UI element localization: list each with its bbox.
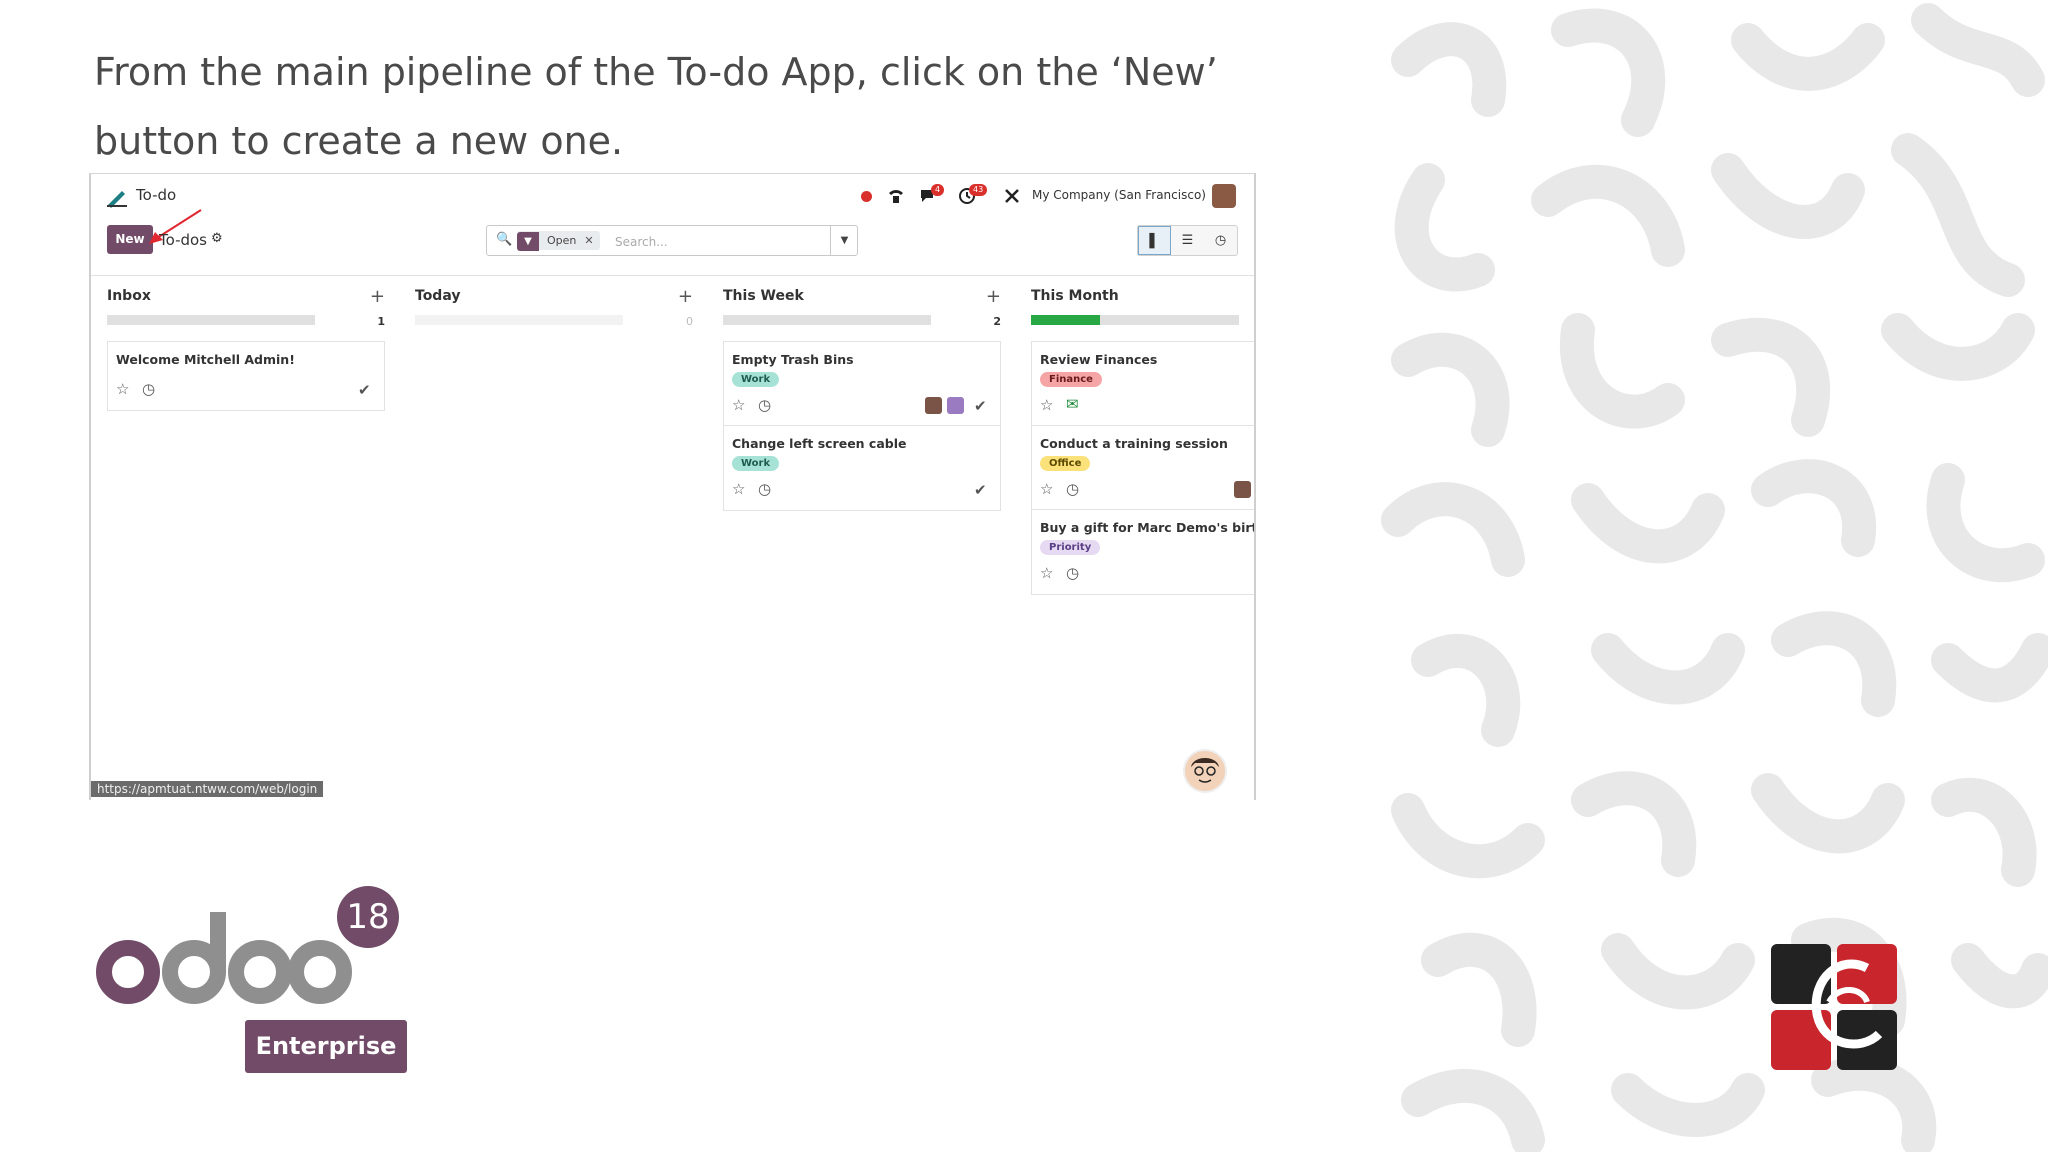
kanban-card[interactable]: Review Finances Finance ☆ ✉ xyxy=(1031,341,1254,427)
app-name[interactable]: To-do xyxy=(136,186,176,204)
kanban-card[interactable]: Buy a gift for Marc Demo's birth Priorit… xyxy=(1031,509,1256,595)
column-progress-bar xyxy=(415,315,623,325)
todo-app-icon xyxy=(107,191,127,208)
decorative-squiggle-pattern xyxy=(1381,3,2048,1152)
tag-badge: Finance xyxy=(1040,372,1102,387)
assignee-avatar xyxy=(947,397,964,414)
version-badge: 18 xyxy=(337,886,399,948)
filter-facet-label: Open xyxy=(547,234,577,247)
remove-facet-icon[interactable]: ✕ xyxy=(584,234,593,247)
card-title: Review Finances xyxy=(1040,352,1158,367)
kanban-card[interactable]: Empty Trash Bins Work ☆ ◷ ✔ xyxy=(723,341,1001,427)
top-navbar: To-do 4 43 My Company (San Francisco) xyxy=(91,174,1254,218)
view-switcher: ▌ ☰ ◷ xyxy=(1137,225,1238,256)
column-count: 2 xyxy=(993,315,1001,328)
tag-badge: Work xyxy=(732,372,780,387)
phone-icon[interactable] xyxy=(887,187,905,205)
activity-view-icon[interactable]: ◷ xyxy=(1204,226,1237,255)
star-icon[interactable]: ☆ xyxy=(116,380,129,398)
todo-app-screenshot: To-do 4 43 My Company (San Francisco) Ne… xyxy=(89,173,1256,800)
user-avatar[interactable] xyxy=(1212,184,1236,208)
kanban-board: Inbox + 1 Welcome Mitchell Admin! ☆ ◷ ✔ … xyxy=(91,275,1254,800)
edition-badge: Enterprise xyxy=(245,1020,407,1073)
star-icon[interactable]: ☆ xyxy=(1040,396,1053,414)
done-check-icon[interactable]: ✔ xyxy=(358,381,371,399)
search-bar: 🔍 ▼ Open ✕ ▼ xyxy=(486,225,858,256)
card-title: Change left screen cable xyxy=(732,436,907,451)
star-icon[interactable]: ☆ xyxy=(732,396,745,414)
assignee-avatar xyxy=(1234,481,1251,498)
activity-clock-icon[interactable]: ◷ xyxy=(758,480,771,498)
column-progress-bar xyxy=(723,315,931,325)
activity-clock-icon[interactable]: ◷ xyxy=(1066,480,1079,498)
activity-clock-icon[interactable]: ◷ xyxy=(142,380,155,398)
filter-facet: ▼ Open ✕ xyxy=(517,231,600,251)
add-card-icon[interactable]: + xyxy=(678,286,693,307)
company-logo-icon xyxy=(1771,944,1897,1070)
column-title: Today xyxy=(415,288,461,304)
tag-badge: Office xyxy=(1040,456,1091,471)
debug-tools-icon[interactable] xyxy=(1003,187,1021,205)
email-activity-icon[interactable]: ✉ xyxy=(1066,395,1079,413)
activity-clock-icon[interactable]: ◷ xyxy=(1066,564,1079,582)
column-title: This Month xyxy=(1031,288,1119,304)
tag-badge: Work xyxy=(732,456,780,471)
list-view-icon[interactable]: ☰ xyxy=(1171,226,1204,255)
filter-icon: ▼ xyxy=(517,232,539,251)
assistant-chat-avatar[interactable] xyxy=(1183,749,1227,793)
kanban-card[interactable]: Welcome Mitchell Admin! ☆ ◷ ✔ xyxy=(107,341,385,411)
done-check-icon[interactable]: ✔ xyxy=(974,397,987,415)
odoo-logo xyxy=(96,912,352,1004)
progress-fill xyxy=(1031,315,1100,325)
card-title: Empty Trash Bins xyxy=(732,352,854,367)
status-url: https://apmtuat.ntww.com/web/login xyxy=(91,781,324,797)
gear-icon[interactable]: ⚙ xyxy=(211,231,223,246)
done-check-icon[interactable]: ✔ xyxy=(974,481,987,499)
assignee-avatar xyxy=(925,397,942,414)
kanban-card[interactable]: Change left screen cable Work ☆ ◷ ✔ xyxy=(723,425,1001,511)
tag-badge: Priority xyxy=(1040,540,1101,555)
chat-badge: 4 xyxy=(931,184,945,196)
star-icon[interactable]: ☆ xyxy=(1040,480,1053,498)
search-input[interactable] xyxy=(613,230,827,253)
search-icon[interactable]: 🔍 xyxy=(496,232,512,247)
card-title: Buy a gift for Marc Demo's birth xyxy=(1040,520,1256,535)
company-switcher[interactable]: My Company (San Francisco) xyxy=(1032,188,1206,202)
card-title: Welcome Mitchell Admin! xyxy=(116,352,295,367)
column-title: This Week xyxy=(723,288,804,304)
activity-clock-icon[interactable]: ◷ xyxy=(758,396,771,414)
star-icon[interactable]: ☆ xyxy=(1040,564,1053,582)
star-icon[interactable]: ☆ xyxy=(732,480,745,498)
recording-indicator-icon xyxy=(861,191,872,202)
instruction-caption: From the main pipeline of the To-do App,… xyxy=(94,50,1218,163)
column-progress-bar xyxy=(1031,315,1239,325)
add-card-icon[interactable]: + xyxy=(370,286,385,307)
card-title: Conduct a training session xyxy=(1040,436,1228,451)
activity-badge: 43 xyxy=(969,184,988,196)
breadcrumb-todos[interactable]: To-dos xyxy=(159,231,207,249)
column-progress-bar xyxy=(107,315,315,325)
kanban-card[interactable]: Conduct a training session Office ☆ ◷ xyxy=(1031,425,1254,511)
column-count: 0 xyxy=(686,315,693,328)
kanban-view-icon[interactable]: ▌ xyxy=(1138,226,1171,255)
column-count: 1 xyxy=(377,315,385,328)
add-card-icon[interactable]: + xyxy=(986,286,1001,307)
search-options-toggle-icon[interactable]: ▼ xyxy=(830,226,858,255)
column-title: Inbox xyxy=(107,288,151,304)
